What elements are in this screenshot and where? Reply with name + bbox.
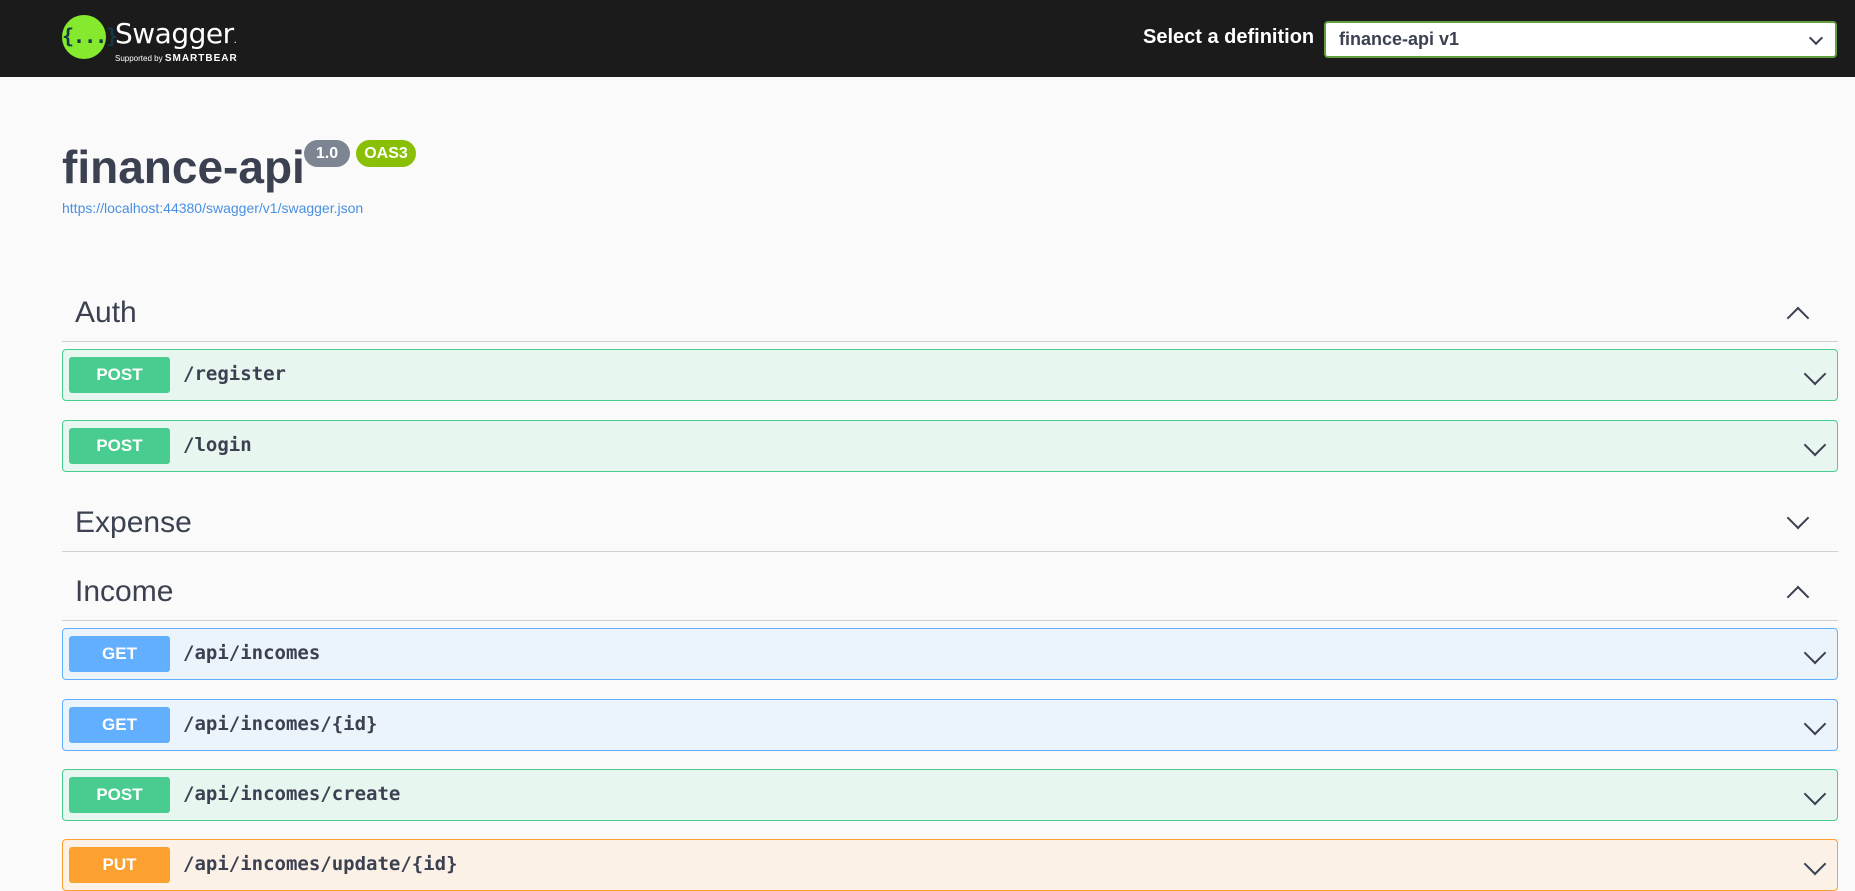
chevron-down-icon[interactable] bbox=[1803, 362, 1827, 386]
method-badge: POST bbox=[69, 357, 170, 393]
operation-path: /api/incomes bbox=[183, 642, 321, 664]
swagger-logo[interactable]: {...} Swagger. Supported by SMARTBEAR bbox=[62, 15, 262, 65]
operation-path: /api/incomes/create bbox=[183, 783, 401, 805]
chevron-down-icon bbox=[1808, 30, 1824, 46]
tag-name: Auth bbox=[75, 296, 137, 329]
operation-get-incomes[interactable]: GET /api/incomes bbox=[62, 628, 1838, 680]
logo-title: Swagger. bbox=[115, 17, 237, 50]
tag-name: Expense bbox=[75, 506, 192, 539]
logo-subtitle: Supported by SMARTBEAR bbox=[115, 53, 238, 64]
method-badge: GET bbox=[69, 636, 170, 672]
operation-get-income-by-id[interactable]: GET /api/incomes/{id} bbox=[62, 699, 1838, 751]
spec-url-link[interactable]: https://localhost:44380/swagger/v1/swagg… bbox=[62, 200, 363, 216]
method-badge: POST bbox=[69, 777, 170, 813]
api-title: finance-api bbox=[62, 141, 305, 193]
operation-put-income-update[interactable]: PUT /api/incomes/update/{id} bbox=[62, 839, 1838, 891]
oas-badge: OAS3 bbox=[356, 140, 416, 167]
chevron-down-icon bbox=[1786, 506, 1810, 530]
tag-auth[interactable]: Auth bbox=[62, 282, 1838, 342]
version-badge: 1.0 bbox=[304, 140, 350, 167]
topbar: {...} Swagger. Supported by SMARTBEAR Se… bbox=[0, 0, 1855, 77]
operation-post-income-create[interactable]: POST /api/incomes/create bbox=[62, 769, 1838, 821]
operation-post-login[interactable]: POST /login bbox=[62, 420, 1838, 472]
operation-post-register[interactable]: POST /register bbox=[62, 349, 1838, 401]
method-badge: GET bbox=[69, 707, 170, 743]
chevron-down-icon[interactable] bbox=[1803, 712, 1827, 736]
chevron-down-icon[interactable] bbox=[1803, 782, 1827, 806]
logo-brace-text: {...} bbox=[62, 24, 118, 48]
tag-name: Income bbox=[75, 575, 174, 608]
chevron-down-icon[interactable] bbox=[1803, 433, 1827, 457]
method-badge: POST bbox=[69, 428, 170, 464]
chevron-down-icon[interactable] bbox=[1803, 641, 1827, 665]
definition-selected-value: finance-api v1 bbox=[1339, 29, 1460, 49]
method-badge: PUT bbox=[69, 847, 170, 883]
tag-expense[interactable]: Expense bbox=[62, 492, 1838, 552]
chevron-up-icon bbox=[1786, 306, 1810, 330]
definition-label: Select a definition bbox=[1143, 26, 1315, 48]
chevron-up-icon bbox=[1786, 585, 1810, 609]
operation-path: /login bbox=[183, 434, 252, 456]
definition-select[interactable]: finance-api v1 bbox=[1324, 21, 1837, 58]
tag-income[interactable]: Income bbox=[62, 561, 1838, 621]
operation-path: /api/incomes/{id} bbox=[183, 713, 378, 735]
operation-path: /register bbox=[183, 363, 286, 385]
chevron-down-icon[interactable] bbox=[1803, 852, 1827, 876]
operation-path: /api/incomes/update/{id} bbox=[183, 853, 458, 875]
